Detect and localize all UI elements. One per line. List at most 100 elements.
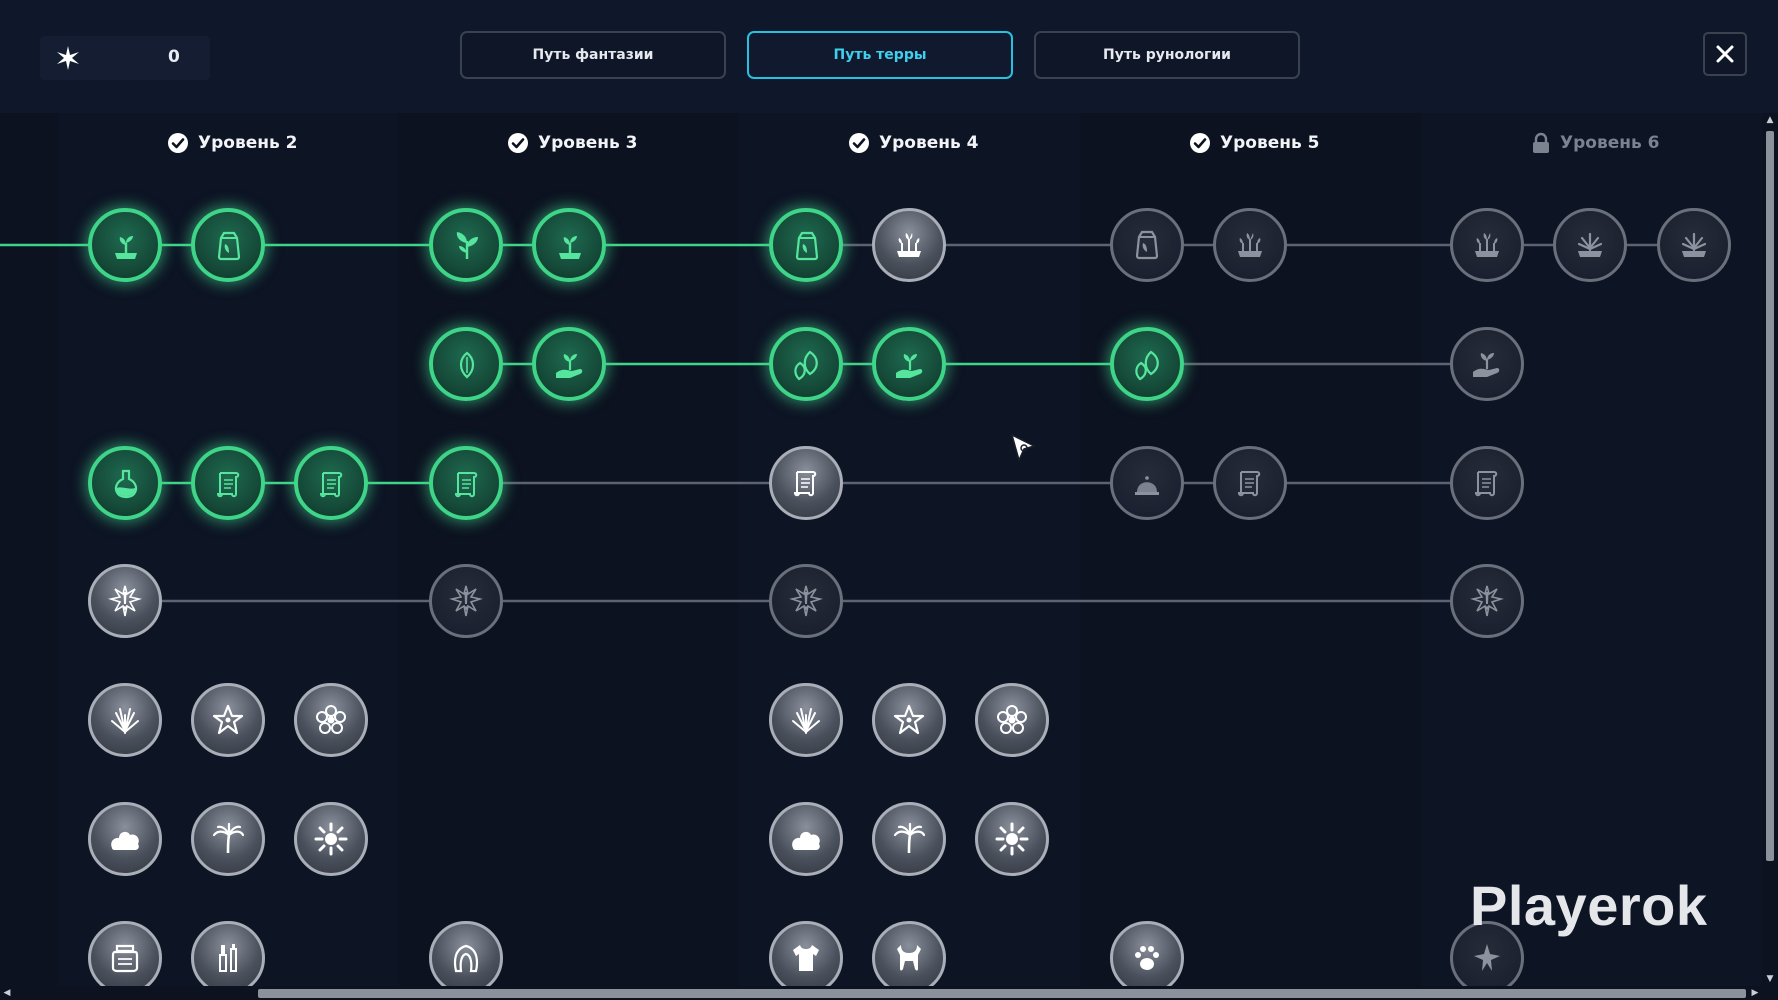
horizontal-scrollbar[interactable]: ◀ ▶	[0, 986, 1762, 1000]
spiky-plant-icon	[111, 708, 139, 734]
skill-node-r3-f[interactable]	[1110, 446, 1184, 520]
skill-node-r3-d[interactable]	[429, 446, 503, 520]
spiky-plant-icon	[792, 708, 820, 734]
skill-node-r5-e[interactable]	[872, 683, 946, 757]
scroll-icon	[216, 472, 240, 498]
skill-node-r2-a[interactable]	[429, 327, 503, 401]
skill-node-r4-b[interactable]	[429, 564, 503, 638]
tab-terra-path[interactable]: Путь терры	[747, 31, 1013, 79]
skill-node-r7-c[interactable]	[429, 921, 503, 986]
skill-node-r3-a[interactable]	[88, 446, 162, 520]
skill-node-r6-a[interactable]	[88, 802, 162, 876]
planter-sprouts-icon	[1475, 233, 1499, 257]
skill-node-r4-a[interactable]	[88, 564, 162, 638]
planter-sprouts-icon	[897, 233, 921, 257]
tab-fantasy-path[interactable]: Путь фантазии	[460, 31, 726, 79]
skill-node-r5-b[interactable]	[191, 683, 265, 757]
skill-node-r1-g[interactable]	[1110, 208, 1184, 282]
scroll-icon	[1237, 471, 1261, 497]
skill-node-r6-f[interactable]	[975, 802, 1049, 876]
bush-icon	[792, 831, 820, 850]
planter-spiky-icon	[1577, 232, 1603, 257]
close-button[interactable]	[1703, 32, 1747, 76]
skill-node-r1-a[interactable]	[88, 208, 162, 282]
star-flower-icon	[893, 704, 925, 735]
paw-icon	[1135, 946, 1159, 970]
skill-node-r7-d[interactable]	[769, 921, 843, 986]
dome-icon	[1135, 476, 1159, 495]
scroll-icon	[1474, 471, 1498, 497]
vertical-scroll-thumb[interactable]	[1766, 131, 1774, 861]
skill-node-r3-g[interactable]	[1213, 446, 1287, 520]
seed-bag-icon	[795, 231, 819, 261]
skill-node-r4-c[interactable]	[769, 564, 843, 638]
skill-node-r4-d[interactable]	[1450, 564, 1524, 638]
skill-node-r6-b[interactable]	[191, 802, 265, 876]
scroll-up-icon[interactable]: ▲	[1762, 113, 1778, 127]
skill-node-r1-k[interactable]	[1657, 208, 1731, 282]
sprout-in-pot-icon	[115, 236, 137, 259]
sprout-in-pot-icon	[559, 236, 581, 259]
horizontal-scroll-thumb[interactable]	[258, 989, 1746, 998]
watermark: Playerok	[1470, 874, 1708, 937]
palm-icon	[893, 822, 926, 854]
planter-spiky-icon	[1681, 232, 1707, 257]
planter-sprouts-icon	[1238, 233, 1262, 257]
skill-node-r3-h[interactable]	[1450, 446, 1524, 520]
skill-node-r3-e[interactable]	[769, 446, 843, 520]
hand-sprout-icon	[1473, 353, 1500, 377]
skill-node-r5-f[interactable]	[975, 683, 1049, 757]
star-badge-icon	[1474, 944, 1500, 971]
skill-node-r7-e[interactable]	[872, 921, 946, 986]
skill-node-r7-a[interactable]	[88, 921, 162, 986]
skill-node-r2-b[interactable]	[532, 327, 606, 401]
skill-node-r7-f[interactable]	[1110, 921, 1184, 986]
scroll-icon	[793, 471, 817, 497]
flower-icon	[997, 705, 1027, 734]
bib-icon	[897, 945, 921, 971]
hand-sprout-icon	[556, 354, 583, 378]
skill-node-r7-b[interactable]	[191, 921, 265, 986]
mouse-cursor-icon	[1010, 433, 1037, 463]
top-bar: 0 Путь фантазии Путь терры Путь рунологи…	[0, 0, 1778, 113]
skill-node-r5-a[interactable]	[88, 683, 162, 757]
sparkle-icon	[57, 46, 79, 70]
skill-node-r1-e[interactable]	[769, 208, 843, 282]
skill-node-r6-d[interactable]	[769, 802, 843, 876]
skill-node-r2-f[interactable]	[1450, 327, 1524, 401]
skill-node-r1-b[interactable]	[191, 208, 265, 282]
skill-node-r5-c[interactable]	[294, 683, 368, 757]
skill-node-r6-c[interactable]	[294, 802, 368, 876]
skill-node-r3-b[interactable]	[191, 446, 265, 520]
bush-icon	[111, 831, 139, 850]
skill-node-r2-d[interactable]	[872, 327, 946, 401]
skill-node-r3-c[interactable]	[294, 446, 368, 520]
flower-icon	[316, 705, 346, 734]
skill-tree[interactable]: Уровень 2 Уровень 3 Уровень 4 Уровень 5 …	[0, 113, 1762, 986]
sunflower-icon	[995, 822, 1029, 856]
star-flower-icon	[212, 704, 244, 735]
skill-points-value: 0	[168, 47, 180, 67]
skill-node-r6-e[interactable]	[872, 802, 946, 876]
shirt-icon	[793, 945, 819, 971]
sunflower-icon	[314, 822, 348, 856]
scroll-left-icon[interactable]: ◀	[0, 986, 14, 1000]
hair-icon	[453, 944, 479, 973]
alert-burst-icon	[108, 585, 142, 617]
skill-node-r5-d[interactable]	[769, 683, 843, 757]
vertical-scrollbar[interactable]: ▲ ▼	[1762, 113, 1778, 986]
skill-node-r1-i[interactable]	[1450, 208, 1524, 282]
leafy-sprout-icon	[456, 232, 478, 259]
skill-node-r2-e[interactable]	[1110, 327, 1184, 401]
skill-node-r1-f[interactable]	[872, 208, 946, 282]
scroll-down-icon[interactable]: ▼	[1762, 972, 1778, 986]
tab-runology-path[interactable]: Путь рунологии	[1034, 31, 1300, 79]
skill-node-r2-c[interactable]	[769, 327, 843, 401]
scroll-right-icon[interactable]: ▶	[1748, 986, 1762, 1000]
skill-node-r1-h[interactable]	[1213, 208, 1287, 282]
skill-node-r1-c[interactable]	[429, 208, 503, 282]
skill-node-r1-d[interactable]	[532, 208, 606, 282]
skill-node-r1-j[interactable]	[1553, 208, 1627, 282]
skill-points-counter: 0	[40, 36, 210, 80]
leaf-icon	[459, 351, 475, 379]
